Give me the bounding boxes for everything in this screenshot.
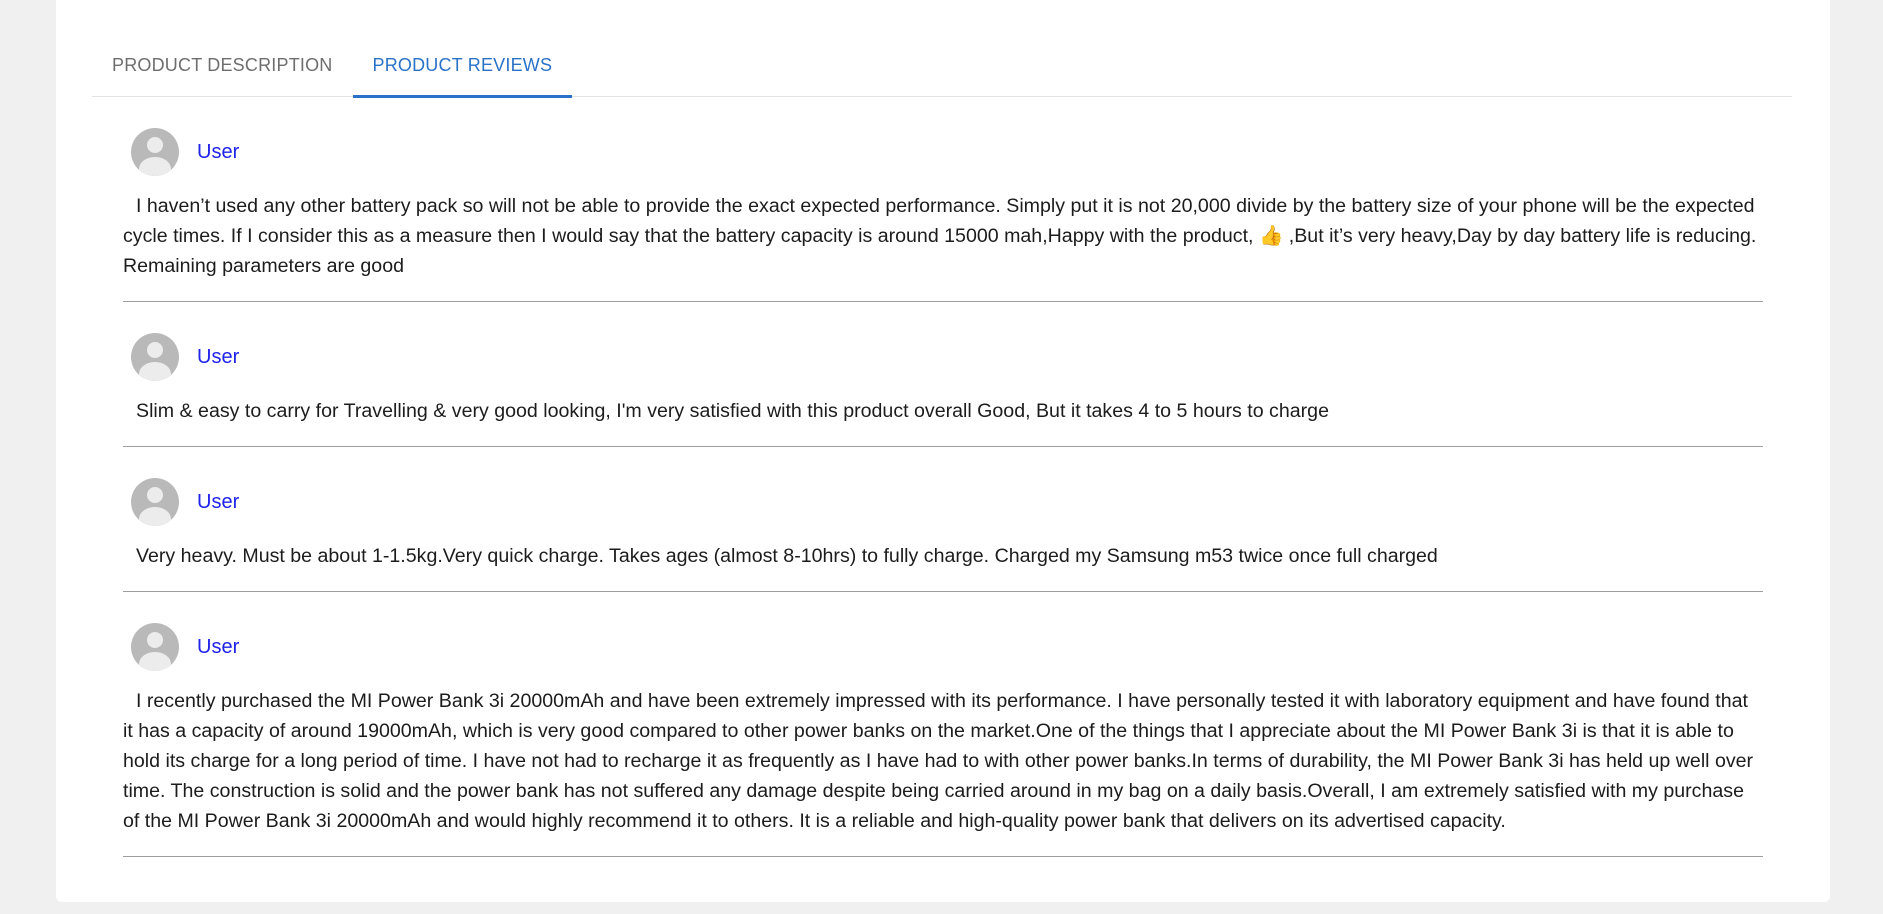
- reviewer-name-link[interactable]: User: [197, 491, 239, 514]
- review-item: User I haven’t used any other battery pa…: [123, 97, 1763, 302]
- reviewer-name-link[interactable]: User: [197, 346, 239, 369]
- reviewer-name-link[interactable]: User: [197, 141, 239, 164]
- tab-product-description[interactable]: PRODUCT DESCRIPTION: [92, 40, 353, 97]
- product-details-card: PRODUCT DESCRIPTION PRODUCT REVIEWS User…: [56, 0, 1830, 902]
- review-item: User I recently purchased the MI Power B…: [123, 592, 1763, 857]
- avatar: [131, 128, 179, 176]
- avatar-head-icon: [147, 487, 163, 503]
- avatar-body-icon: [139, 652, 171, 671]
- review-header: User: [123, 128, 1763, 176]
- review-text: Very heavy. Must be about 1-1.5kg.Very q…: [136, 545, 1438, 567]
- avatar-body-icon: [139, 507, 171, 526]
- avatar-head-icon: [147, 632, 163, 648]
- avatar: [131, 623, 179, 671]
- avatar-body-icon: [139, 157, 171, 176]
- avatar: [131, 478, 179, 526]
- tab-bar: PRODUCT DESCRIPTION PRODUCT REVIEWS: [92, 40, 1792, 98]
- review-header: User: [123, 478, 1763, 526]
- review-text: I haven’t used any other battery pack so…: [123, 195, 1757, 277]
- reviewer-name-link[interactable]: User: [197, 636, 239, 659]
- tab-product-reviews[interactable]: PRODUCT REVIEWS: [352, 40, 573, 98]
- review-item: User Very heavy. Must be about 1-1.5kg.V…: [123, 447, 1763, 592]
- avatar-head-icon: [147, 137, 163, 153]
- avatar-head-icon: [147, 342, 163, 358]
- reviews-list: User I haven’t used any other battery pa…: [123, 97, 1763, 857]
- review-header: User: [123, 333, 1763, 381]
- review-text: I recently purchased the MI Power Bank 3…: [123, 690, 1754, 832]
- avatar: [131, 333, 179, 381]
- avatar-body-icon: [139, 362, 171, 381]
- review-text: Slim & easy to carry for Travelling & ve…: [136, 400, 1329, 422]
- review-item: User Slim & easy to carry for Travelling…: [123, 302, 1763, 447]
- review-header: User: [123, 623, 1763, 671]
